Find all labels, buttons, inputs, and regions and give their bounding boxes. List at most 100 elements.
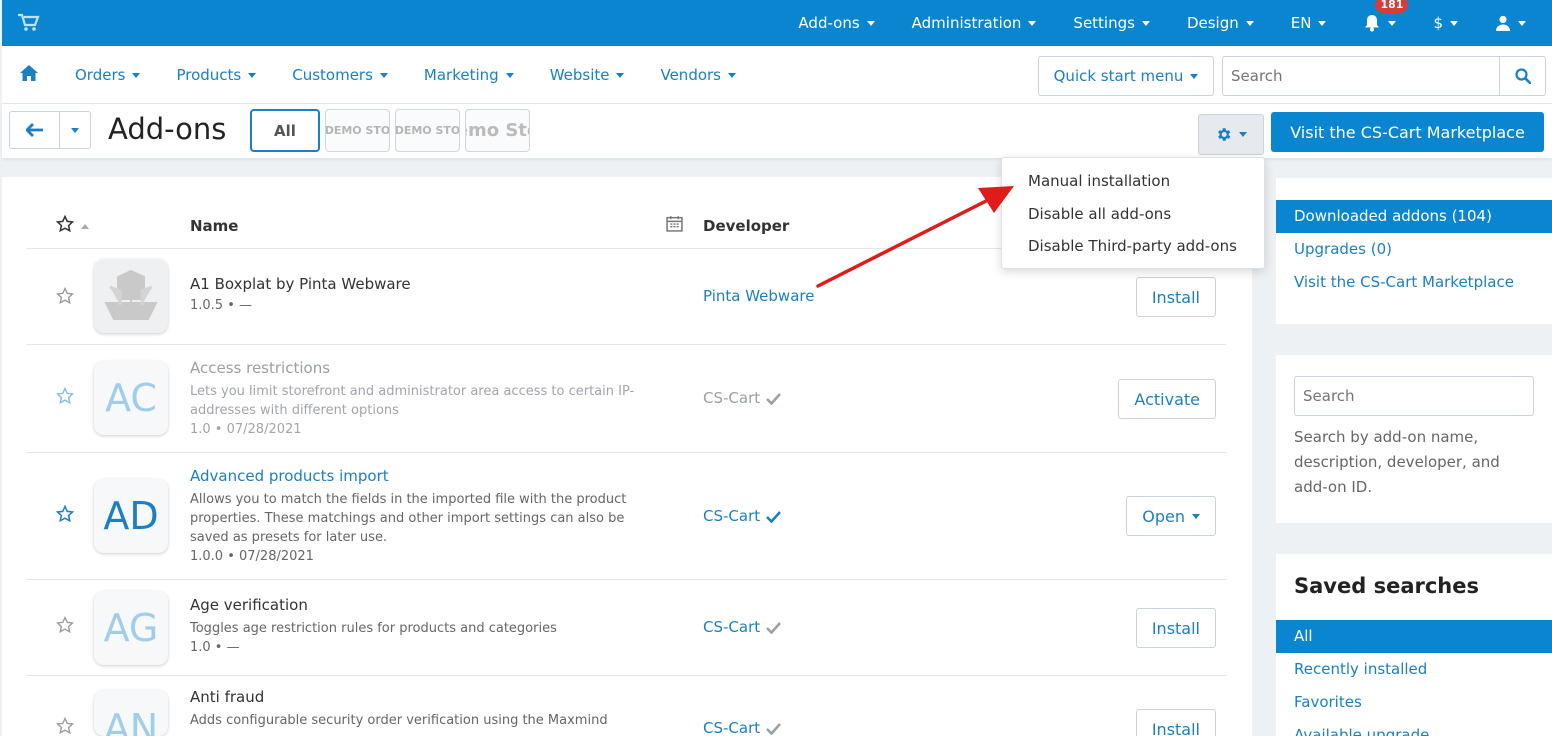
saved-search-favorites[interactable]: Favorites — [1276, 686, 1552, 719]
visit-marketplace-button[interactable]: Visit the CS-Cart Marketplace — [1271, 112, 1544, 152]
chevron-down-icon — [1239, 132, 1247, 137]
top-menu-settings[interactable]: Settings — [1073, 14, 1150, 32]
notifications-button[interactable]: 181 — [1363, 0, 1409, 32]
menu-item-disable-all-addons[interactable]: Disable all add-ons — [1002, 202, 1264, 235]
nav-products[interactable]: Products — [176, 66, 257, 84]
ship-icon — [104, 269, 158, 320]
search-hint: Search by add-on name, description, deve… — [1294, 428, 1500, 496]
chevron-down-icon — [132, 72, 141, 78]
calendar-icon[interactable] — [666, 215, 683, 232]
search-button[interactable] — [1499, 57, 1545, 95]
addon-version: 1.0 • 07/28/2021 — [190, 422, 302, 437]
sidebar-search-input[interactable] — [1294, 376, 1534, 416]
addon-name[interactable]: Access restrictions — [190, 359, 650, 377]
saved-search-recently-installed[interactable]: Recently installed — [1276, 653, 1552, 686]
addon-name[interactable]: A1 Boxplat by Pinta Webware — [190, 275, 650, 293]
install-button[interactable]: Install — [1135, 709, 1216, 736]
saved-search-available-upgrade[interactable]: Available upgrade — [1276, 719, 1552, 736]
check-icon — [766, 510, 782, 523]
chevron-down-icon — [248, 72, 257, 78]
title-bar: Add-ons All DEMO STO DEMO STO emo Sto Vi… — [2, 104, 1552, 158]
chevron-down-icon — [1318, 20, 1327, 26]
menu-item-disable-third-party-addons[interactable]: Disable Third-party add-ons — [1002, 234, 1264, 267]
cart-icon[interactable] — [18, 13, 40, 33]
user-icon — [1496, 15, 1510, 31]
sidebar-item-upgrades[interactable]: Upgrades (0) — [1276, 233, 1552, 266]
notifications-badge: 181 — [1375, 0, 1409, 13]
menu-item-manual-installation[interactable]: Manual installation — [1002, 169, 1264, 202]
table-row: AG Age verification Toggles age restrict… — [26, 580, 1226, 676]
back-button[interactable] — [10, 112, 60, 148]
chevron-down-icon — [1518, 20, 1526, 26]
column-header-name[interactable]: Name — [190, 217, 238, 235]
currency-menu[interactable]: $ — [1433, 14, 1458, 32]
home-icon[interactable] — [20, 65, 38, 81]
back-dropdown-button[interactable] — [60, 112, 90, 148]
nav-marketing[interactable]: Marketing — [424, 66, 514, 84]
search-icon — [1514, 68, 1531, 84]
global-search-input[interactable] — [1223, 57, 1499, 95]
addon-logo: AC — [94, 361, 168, 435]
star-outline-icon[interactable] — [56, 717, 74, 735]
install-button[interactable]: Install — [1135, 608, 1216, 648]
addon-version: 1.0 • — — [190, 640, 240, 655]
addon-name[interactable]: Age verification — [190, 596, 650, 614]
nav-website[interactable]: Website — [550, 66, 625, 84]
chevron-down-icon — [1450, 20, 1458, 26]
star-outline-icon[interactable] — [56, 616, 74, 634]
tab-demo-store-2[interactable]: DEMO STO — [395, 109, 460, 152]
open-button[interactable]: Open — [1126, 496, 1216, 536]
nav-orders[interactable]: Orders — [75, 66, 141, 84]
check-icon — [766, 722, 782, 735]
arrow-left-icon — [25, 123, 43, 137]
tab-demo-store-3[interactable]: emo Sto — [465, 109, 530, 152]
chevron-down-icon — [616, 72, 625, 78]
install-button[interactable]: Install — [1135, 277, 1216, 317]
addon-description: Toggles age restriction rules for produc… — [190, 621, 557, 636]
settings-dropdown-button[interactable] — [1198, 114, 1264, 155]
addon-name-link[interactable]: Advanced products import — [190, 467, 650, 485]
check-icon — [766, 621, 782, 634]
settings-dropdown-menu: Manual installation Disable all add-ons … — [1001, 157, 1265, 269]
quick-start-menu-button[interactable]: Quick start menu — [1038, 56, 1214, 96]
top-menu-design[interactable]: Design — [1187, 14, 1254, 32]
addon-developer: CS-Cart — [703, 719, 782, 736]
user-menu[interactable] — [1495, 15, 1526, 31]
chevron-down-icon — [1190, 73, 1199, 79]
nav-vendors[interactable]: Vendors — [660, 66, 736, 84]
addon-description: Allows you to match the fields in the im… — [190, 492, 627, 545]
chevron-down-icon — [1192, 513, 1200, 519]
sidebar-filters: Downloaded addons (104) Upgrades (0) Vis… — [1276, 178, 1552, 324]
tab-all[interactable]: All — [250, 109, 320, 152]
sidebar-item-visit-marketplace[interactable]: Visit the CS-Cart Marketplace — [1276, 266, 1552, 299]
addon-developer: CS-Cart — [703, 507, 782, 525]
nav-customers[interactable]: Customers — [292, 66, 388, 84]
top-menu-addons[interactable]: Add-ons — [798, 14, 875, 32]
star-outline-icon[interactable] — [56, 287, 74, 305]
addon-description: Lets you limit storefront and administra… — [190, 384, 635, 418]
addon-logo — [94, 259, 168, 333]
sidebar-item-downloaded-addons[interactable]: Downloaded addons (104) — [1276, 200, 1552, 233]
saved-searches: Saved searches All Recently installed Fa… — [1276, 554, 1552, 736]
star-outline-icon[interactable] — [56, 215, 74, 233]
star-outline-icon[interactable] — [56, 387, 74, 405]
chevron-down-icon — [1245, 20, 1254, 26]
saved-search-all[interactable]: All — [1276, 620, 1552, 653]
page-title: Add-ons — [108, 112, 227, 146]
addon-developer-link[interactable]: Pinta Webware — [703, 287, 814, 305]
chevron-down-icon — [1141, 20, 1150, 26]
addon-version: 1.0.5 • — — [190, 298, 253, 313]
chevron-down-icon — [505, 72, 514, 78]
saved-searches-title: Saved searches — [1294, 574, 1479, 598]
column-header-developer[interactable]: Developer — [703, 217, 789, 235]
top-menu-administration[interactable]: Administration — [912, 14, 1037, 32]
tab-demo-store-1[interactable]: DEMO STO — [325, 109, 390, 152]
addon-name[interactable]: Anti fraud — [190, 688, 650, 706]
activate-button[interactable]: Activate — [1118, 379, 1216, 419]
star-outline-icon[interactable] — [56, 505, 74, 523]
check-icon — [766, 392, 782, 405]
top-menu-language[interactable]: EN — [1291, 14, 1327, 32]
addon-version: 1.0.0 • 07/28/2021 — [190, 549, 314, 564]
chevron-down-icon — [71, 127, 79, 133]
main-nav: Orders Products Customers Marketing Webs… — [2, 46, 1552, 104]
